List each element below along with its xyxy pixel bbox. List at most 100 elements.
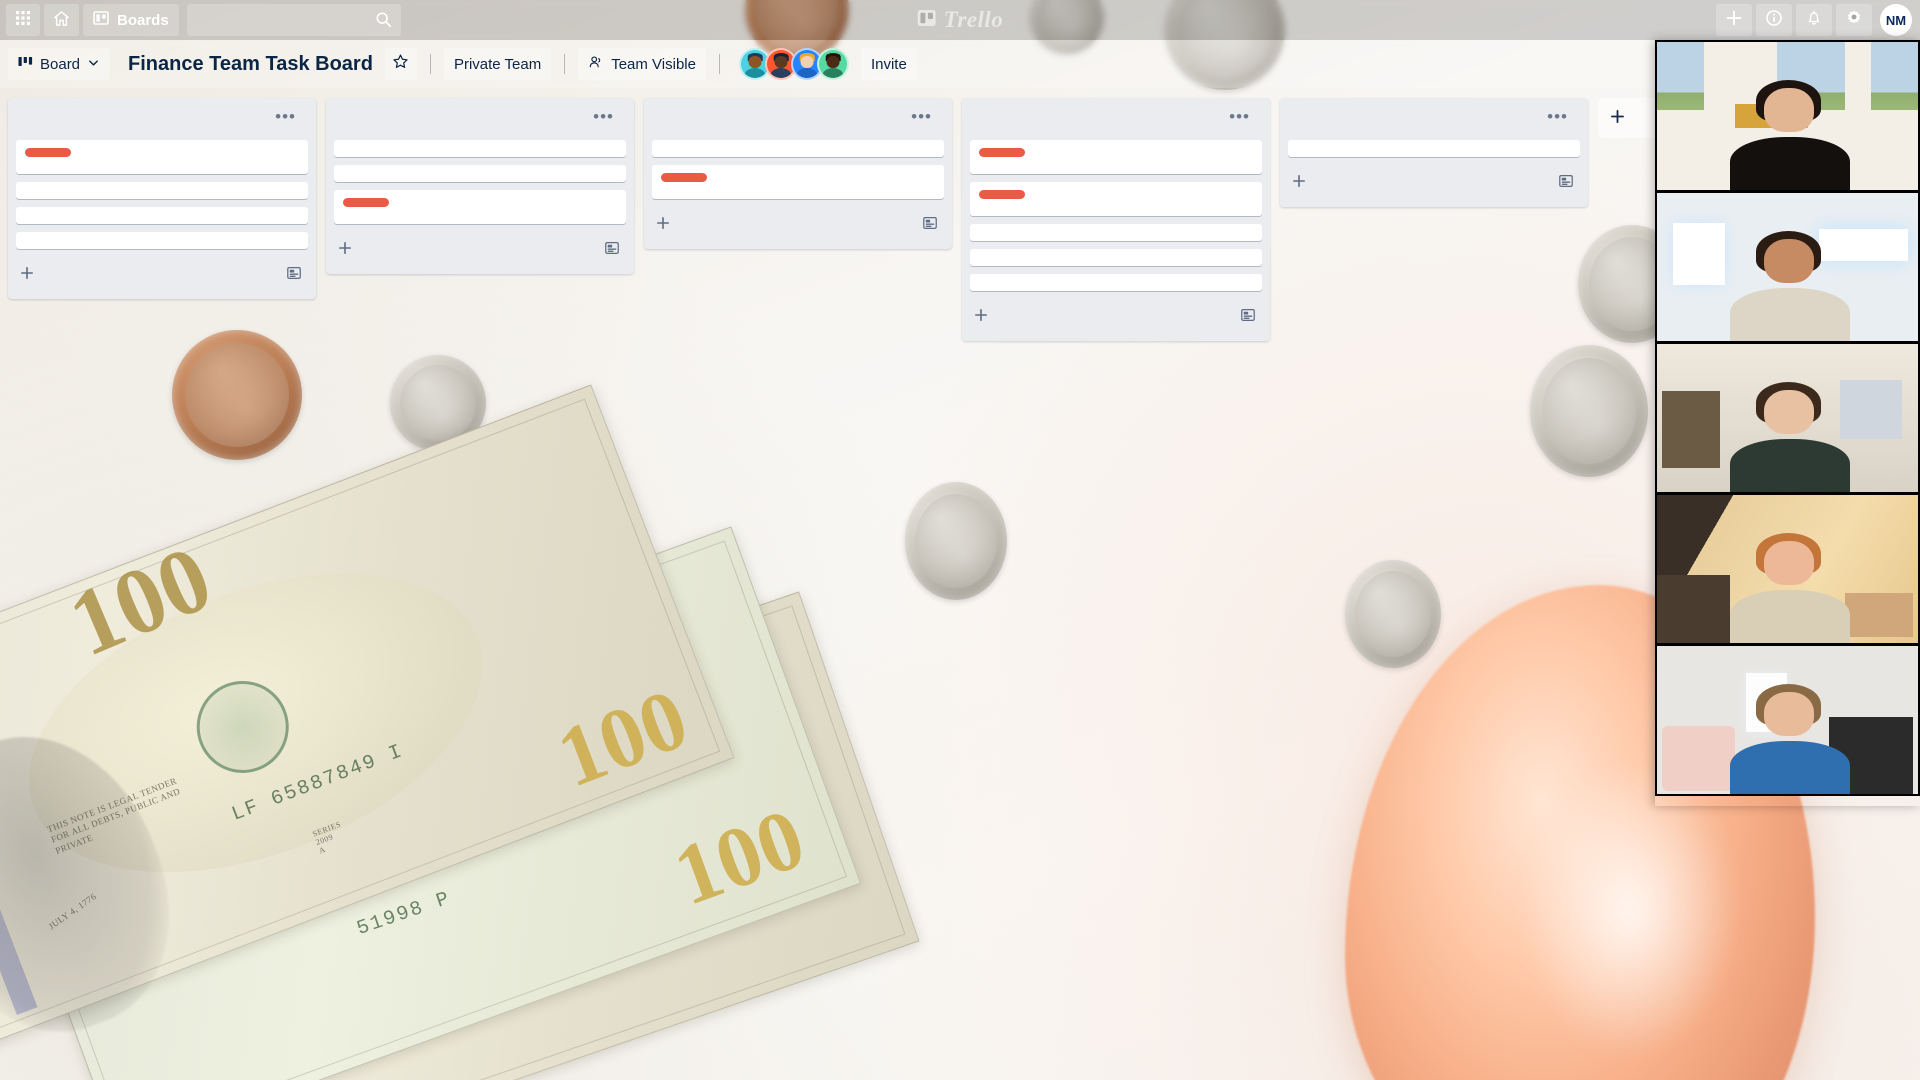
add-button[interactable]: [1716, 4, 1752, 36]
top-navigation-bar: Boards Trello NM: [0, 0, 1920, 40]
board-card[interactable]: [334, 140, 626, 157]
video-tile-5[interactable]: [1657, 646, 1918, 794]
video-tile-1[interactable]: [1657, 42, 1918, 190]
member-avatar-group: [738, 48, 849, 80]
member-avatar-4[interactable]: [816, 48, 849, 80]
card-list: [970, 140, 1262, 291]
board-grid-icon: [18, 55, 33, 73]
header-divider: [718, 54, 720, 74]
board-list: •••: [962, 98, 1270, 341]
plus-icon: [1292, 174, 1306, 192]
participant-face: [1764, 87, 1814, 133]
list-header: •••: [652, 106, 944, 140]
apps-grid-button[interactable]: [6, 4, 40, 36]
notifications-button[interactable]: [1796, 4, 1832, 36]
trello-brand: Trello: [917, 7, 1004, 33]
board-card[interactable]: [652, 140, 944, 157]
ellipsis-icon[interactable]: •••: [1223, 108, 1256, 130]
list-header: •••: [970, 106, 1262, 140]
participant-face: [1764, 540, 1814, 586]
visibility-button[interactable]: Team Visible: [578, 48, 706, 80]
team-name-button[interactable]: Private Team: [443, 48, 552, 80]
search-icon: [375, 11, 392, 33]
card-label[interactable]: [25, 148, 71, 157]
board-card[interactable]: [652, 165, 944, 199]
board-list: •••: [8, 98, 316, 299]
card-template-icon[interactable]: [286, 265, 302, 285]
plus-icon: [20, 266, 34, 284]
board-list: •••: [644, 98, 952, 249]
board-card[interactable]: [16, 207, 308, 224]
user-avatar[interactable]: NM: [1880, 4, 1912, 36]
trello-wordmark: Trello: [943, 7, 1004, 32]
list-header: •••: [1288, 106, 1580, 140]
settings-button[interactable]: [1836, 4, 1872, 36]
board-card[interactable]: [16, 182, 308, 199]
boards-button[interactable]: Boards: [83, 4, 179, 36]
participant-body: [1730, 438, 1851, 492]
participant-face: [1764, 691, 1814, 737]
gear-icon: [1845, 9, 1863, 31]
participant-body: [1730, 589, 1851, 643]
chevron-down-icon: [87, 56, 100, 73]
video-tile-3[interactable]: [1657, 344, 1918, 492]
star-icon: [392, 53, 409, 75]
card-template-icon[interactable]: [1558, 173, 1574, 193]
board-view-label: Board: [40, 55, 81, 73]
top-right-actions: NM: [1716, 4, 1912, 36]
card-list: [334, 140, 626, 224]
board-card[interactable]: [970, 182, 1262, 216]
add-card-button[interactable]: [334, 233, 626, 266]
board-view-button[interactable]: Board: [8, 48, 111, 80]
participant-body: [1730, 740, 1851, 794]
card-template-icon[interactable]: [922, 215, 938, 235]
board-card[interactable]: [970, 140, 1262, 174]
home-button[interactable]: [44, 4, 79, 36]
board-card[interactable]: [16, 232, 308, 249]
team-name-label: Private Team: [453, 55, 542, 73]
board-card[interactable]: [970, 224, 1262, 241]
star-board-button[interactable]: [384, 48, 417, 80]
video-tile-4[interactable]: [1657, 495, 1918, 643]
page-title: Finance Team Task Board: [128, 52, 373, 75]
search-input[interactable]: [186, 4, 401, 36]
board-list: •••: [1280, 98, 1588, 207]
add-card-button[interactable]: [16, 258, 308, 291]
plus-icon: [974, 308, 988, 326]
participant-face: [1764, 389, 1814, 435]
card-label[interactable]: [661, 173, 707, 182]
ellipsis-icon[interactable]: •••: [587, 108, 620, 130]
board-card[interactable]: [970, 249, 1262, 266]
board-card[interactable]: [334, 190, 626, 224]
add-card-button[interactable]: [1288, 166, 1580, 199]
video-call-panel: [1655, 40, 1920, 796]
card-label[interactable]: [343, 198, 389, 207]
ellipsis-icon[interactable]: •••: [269, 108, 302, 130]
trello-logo-icon: [917, 8, 937, 33]
card-label[interactable]: [979, 190, 1025, 199]
ellipsis-icon[interactable]: •••: [1541, 108, 1574, 130]
participant-body: [1730, 287, 1851, 341]
board-icon: [93, 10, 109, 30]
video-tile-2[interactable]: [1657, 193, 1918, 341]
card-list: [16, 140, 308, 249]
board-card[interactable]: [16, 140, 308, 174]
ellipsis-icon[interactable]: •••: [905, 108, 938, 130]
card-template-icon[interactable]: [1240, 307, 1256, 327]
card-label[interactable]: [979, 148, 1025, 157]
board-card[interactable]: [1288, 140, 1580, 157]
card-template-icon[interactable]: [604, 240, 620, 260]
search-box[interactable]: [186, 4, 401, 36]
add-card-button[interactable]: [970, 300, 1262, 333]
bell-icon: [1805, 9, 1823, 31]
board-canvas: ••• ••• ••• ••• •••: [0, 88, 1920, 1080]
board-header-bar: Board Finance Team Task Board Private Te…: [0, 40, 1920, 88]
info-button[interactable]: [1756, 4, 1792, 36]
board-card[interactable]: [334, 165, 626, 182]
add-card-button[interactable]: [652, 208, 944, 241]
invite-button[interactable]: Invite: [860, 48, 917, 80]
person-icon: [588, 54, 604, 74]
header-divider: [429, 54, 431, 74]
board-card[interactable]: [970, 274, 1262, 291]
participant-body: [1730, 136, 1851, 190]
